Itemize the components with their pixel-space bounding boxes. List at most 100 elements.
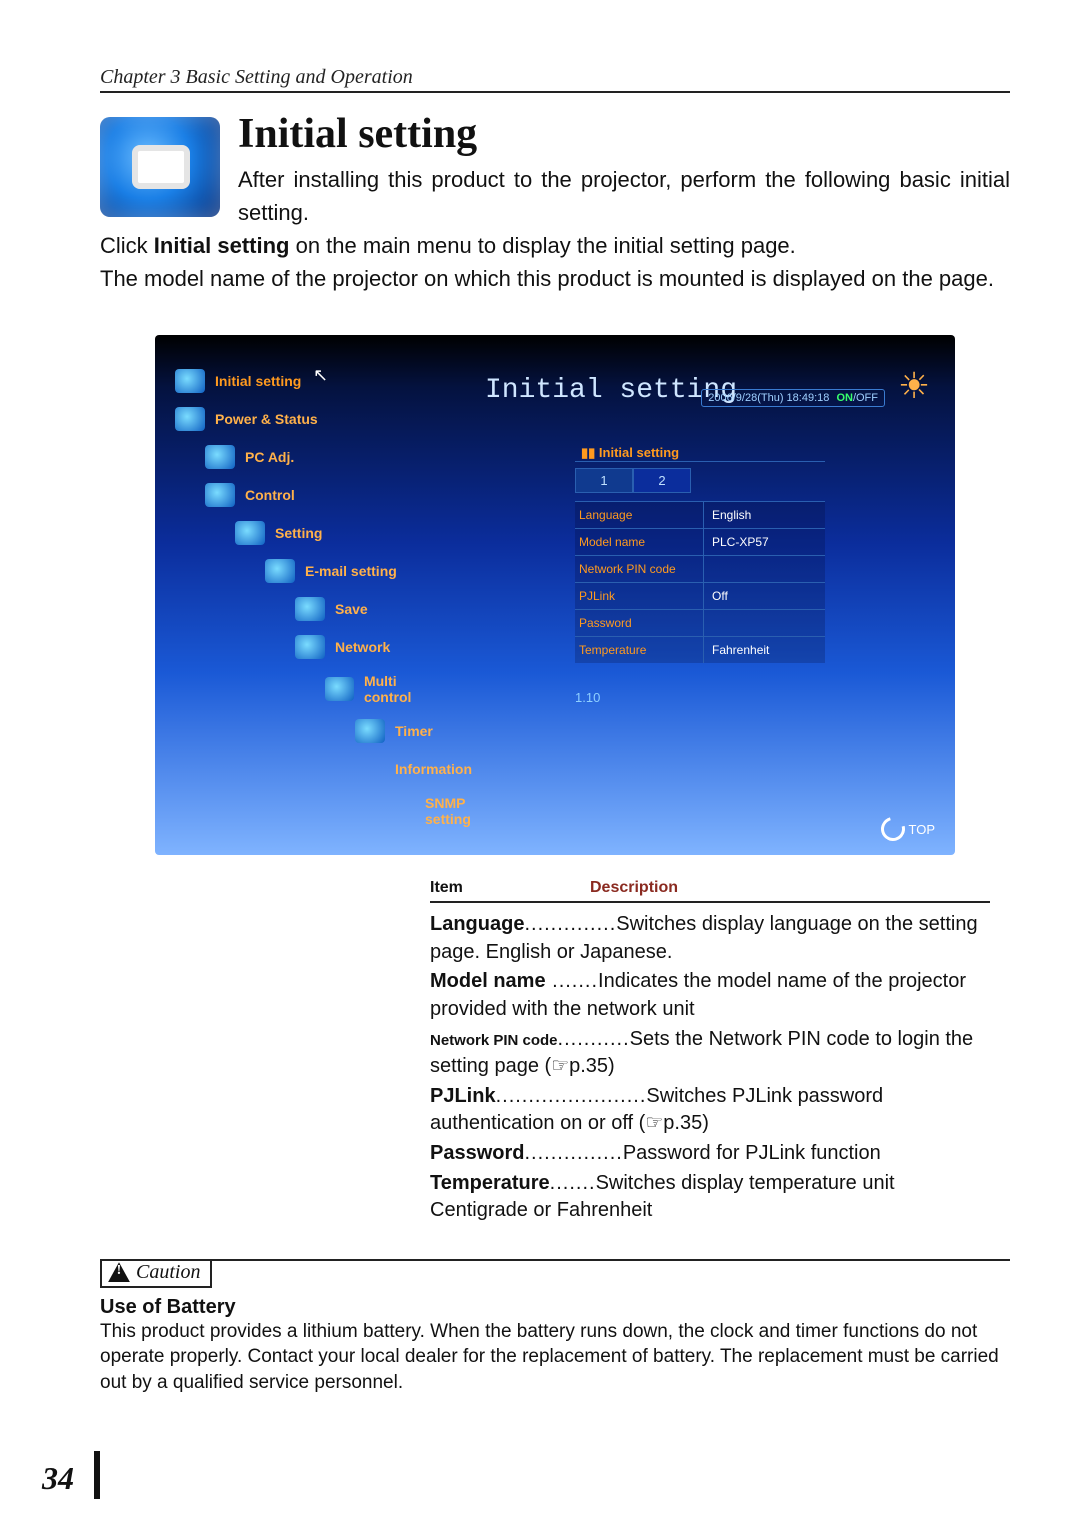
page-number-bar [94, 1451, 100, 1499]
menu-multi-control[interactable]: Multi control [325, 673, 445, 705]
sliders-icon [205, 483, 235, 507]
wrench-icon [235, 521, 265, 545]
caution-body: This product provides a lithium battery.… [100, 1319, 1010, 1396]
row-pjlink[interactable]: PJLinkOff [575, 582, 825, 609]
tab-1[interactable]: 1 [575, 468, 633, 493]
menu-snmp-setting[interactable]: SNMP setting [415, 795, 445, 827]
term: Language [430, 913, 524, 935]
mail-icon [265, 559, 295, 583]
caution-title: Use of Battery [100, 1296, 1010, 1319]
menu-timer[interactable]: Timer [355, 719, 445, 743]
initial-setting-icon [100, 117, 220, 217]
description-header: Item Description [430, 879, 990, 903]
menu-label: SNMP setting [425, 795, 471, 827]
intro-p3: The model name of the projector on which… [100, 266, 994, 291]
dots: ............... [524, 1142, 622, 1164]
term: PJLink [430, 1085, 496, 1107]
top-button[interactable]: TOP [881, 817, 936, 841]
row-model-name: Model namePLC-XP57 [575, 528, 825, 555]
settings-tabs: 1 2 [575, 468, 825, 493]
menu-label: Multi control [364, 673, 445, 705]
caution-badge: Caution [100, 1260, 212, 1288]
settings-subpanel: ▮▮ Initial setting 1 2 LanguageEnglish M… [575, 445, 825, 663]
row-password[interactable]: Password [575, 609, 825, 636]
warning-icon [108, 1262, 130, 1282]
row-network-pin[interactable]: Network PIN code [575, 555, 825, 582]
row-key: Language [575, 502, 704, 528]
description-row: Temperature.......Switches display tempe… [430, 1170, 990, 1225]
menu-email-setting[interactable]: E-mail setting [265, 559, 445, 583]
refresh-icon [876, 813, 909, 846]
col-item: Item [430, 879, 590, 897]
dots: ....... [546, 970, 598, 992]
power-icon [175, 407, 205, 431]
cursor-icon: ↖ [313, 365, 328, 386]
subpanel-title-text: Initial setting [599, 445, 679, 460]
clock-icon [355, 719, 385, 743]
top-label: TOP [909, 822, 936, 837]
save-icon [295, 597, 325, 621]
subpanel-title: ▮▮ Initial setting [575, 445, 825, 462]
lead-block: Initial setting After installing this pr… [100, 111, 1010, 295]
section-title: Initial setting [100, 111, 1010, 157]
term: Model name [430, 970, 546, 992]
menu-label: E-mail setting [305, 563, 397, 579]
intro-text: After installing this product to the pro… [100, 163, 1010, 295]
row-value: Off [704, 583, 825, 609]
row-key: Network PIN code [575, 556, 704, 582]
status-off[interactable]: OFF [856, 392, 878, 404]
term: Password [430, 1142, 524, 1164]
intro-p2c: on the main menu to display the initial … [289, 233, 795, 258]
intro-p2a: Click [100, 233, 154, 258]
sun-icon: ☀ [893, 365, 935, 407]
desc-text: Password for PJLink function [623, 1142, 881, 1164]
menu-network[interactable]: Network [295, 635, 445, 659]
menu-label: Control [245, 487, 295, 503]
intro-p1: After installing this product to the pro… [238, 167, 1010, 225]
status-on[interactable]: ON [836, 392, 853, 404]
monitor-icon [205, 445, 235, 469]
row-temperature[interactable]: TemperatureFahrenheit [575, 636, 825, 663]
row-key: Model name [575, 529, 704, 555]
menu-power-status[interactable]: Power & Status [175, 407, 445, 431]
settings-screenshot: Initial setting Power & Status PC Adj. C… [155, 335, 955, 855]
menu-save[interactable]: Save [295, 597, 445, 621]
panel-title: Initial setting [485, 375, 737, 406]
col-description: Description [590, 879, 990, 897]
description-row: Language..............Switches display l… [430, 911, 990, 966]
page: Chapter 3 Basic Setting and Operation In… [0, 0, 1080, 1527]
description-table: Item Description Language..............S… [430, 879, 990, 1225]
row-value: PLC-XP57 [704, 529, 825, 555]
tab-2[interactable]: 2 [633, 468, 691, 493]
row-key: PJLink [575, 583, 704, 609]
menu-initial-setting[interactable]: Initial setting [175, 369, 445, 393]
version-label: 1.10 [575, 690, 600, 705]
row-key: Temperature [575, 637, 704, 663]
dots: ....... [550, 1172, 596, 1194]
intro-p2-bold: Initial setting [154, 233, 290, 258]
caution-section: Caution [100, 1259, 1010, 1288]
menu-control[interactable]: Control [205, 483, 445, 507]
datetime-text: 2006/9/28(Thu) 18:49:18 [708, 392, 829, 404]
description-row: Network PIN code...........Sets the Netw… [430, 1026, 990, 1081]
menu-label: PC Adj. [245, 449, 294, 465]
chapter-heading: Chapter 3 Basic Setting and Operation [100, 66, 1010, 93]
description-row: PJLink.......................Switches PJ… [430, 1083, 990, 1138]
menu-label: Initial setting [215, 373, 301, 389]
network-icon [295, 635, 325, 659]
menu-information[interactable]: Information [385, 757, 445, 781]
caution-label: Caution [136, 1261, 200, 1284]
row-value: Fahrenheit [704, 637, 825, 663]
side-menu: Initial setting Power & Status PC Adj. C… [175, 355, 445, 841]
row-language[interactable]: LanguageEnglish [575, 501, 825, 528]
row-value: English [704, 502, 825, 528]
description-row: Model name .......Indicates the model na… [430, 968, 990, 1023]
menu-setting[interactable]: Setting [235, 521, 445, 545]
multi-icon [325, 677, 354, 701]
dots: ....................... [496, 1085, 647, 1107]
gear-icon [175, 369, 205, 393]
row-value [704, 556, 825, 582]
menu-label: Network [335, 639, 390, 655]
menu-pc-adj[interactable]: PC Adj. [205, 445, 445, 469]
menu-label: Power & Status [215, 411, 318, 427]
